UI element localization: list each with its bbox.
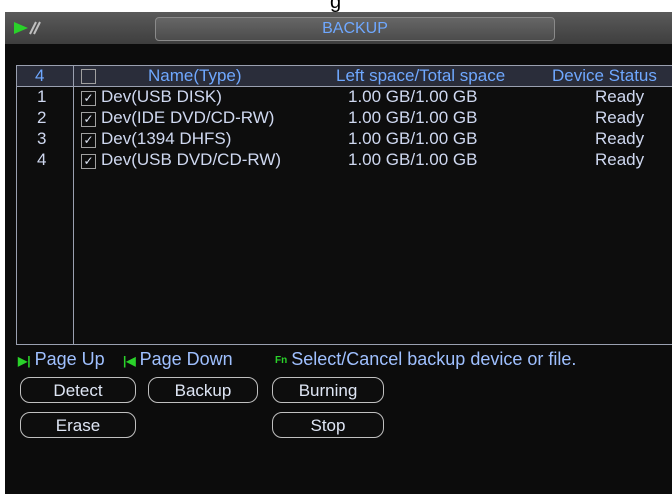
select-cancel-label: Select/Cancel backup device or file. <box>291 349 577 369</box>
page-up-icon: ▶| <box>18 354 31 368</box>
table-row[interactable]: 3 ✓ Dev(1394 DHFS) 1.00 GB/1.00 GB Ready <box>17 129 672 149</box>
device-name: Dev(IDE DVD/CD-RW) <box>101 108 275 127</box>
table-row[interactable]: 2 ✓ Dev(IDE DVD/CD-RW) 1.00 GB/1.00 GB R… <box>17 108 672 128</box>
page-down-icon: |◀ <box>123 354 136 368</box>
page-down-label: Page Down <box>139 349 233 369</box>
backup-button[interactable]: Backup <box>148 377 258 403</box>
device-name: Dev(USB DISK) <box>101 87 222 106</box>
select-all-checkbox[interactable] <box>81 69 96 84</box>
device-status: Ready <box>595 129 645 148</box>
row-checkbox[interactable]: ✓ <box>81 91 96 106</box>
window-title: BACKUP <box>155 17 555 41</box>
header-space: Left space/Total space <box>336 66 506 85</box>
select-cancel-hint: Fn Select/Cancel backup device or file. <box>275 348 576 372</box>
page-up-label: Page Up <box>34 349 105 369</box>
device-status: Ready <box>595 108 645 127</box>
row-index: 4 <box>37 150 47 169</box>
device-space: 1.00 GB/1.00 GB <box>348 129 478 148</box>
device-space: 1.00 GB/1.00 GB <box>348 108 478 127</box>
row-checkbox[interactable]: ✓ <box>81 154 96 169</box>
device-status: Ready <box>595 87 645 106</box>
header-name-type: Name(Type) <box>148 66 242 85</box>
row-index: 2 <box>37 108 47 127</box>
stop-button[interactable]: Stop <box>272 412 384 438</box>
backup-window: BACKUP 4 Name(Type) Left space/Total spa… <box>5 12 672 494</box>
device-space: 1.00 GB/1.00 GB <box>348 150 478 169</box>
table-row[interactable]: 4 ✓ Dev(USB DVD/CD-RW) 1.00 GB/1.00 GB R… <box>17 150 672 170</box>
app-logo-icon <box>12 18 42 38</box>
device-table: 4 Name(Type) Left space/Total space Devi… <box>16 65 672 345</box>
row-checkbox[interactable]: ✓ <box>81 133 96 148</box>
partial-heading-text: g <box>330 0 342 12</box>
table-row[interactable]: 1 ✓ Dev(USB DISK) 1.00 GB/1.00 GB Ready <box>17 87 672 107</box>
device-name: Dev(USB DVD/CD-RW) <box>101 150 282 169</box>
header-device-status: Device Status <box>552 66 657 85</box>
device-space: 1.00 GB/1.00 GB <box>348 87 478 106</box>
erase-button[interactable]: Erase <box>20 412 136 438</box>
page-up-hint: ▶| Page Up <box>18 348 105 372</box>
detect-button[interactable]: Detect <box>20 377 136 403</box>
page-down-hint: |◀ Page Down <box>123 348 233 372</box>
burning-button[interactable]: Burning <box>272 377 384 403</box>
title-bar: BACKUP <box>5 12 672 44</box>
device-count: 4 <box>35 66 45 85</box>
row-index: 3 <box>37 129 47 148</box>
device-status: Ready <box>595 150 645 169</box>
fn-key-icon: Fn <box>275 355 288 366</box>
row-checkbox[interactable]: ✓ <box>81 112 96 127</box>
row-index: 1 <box>37 87 47 106</box>
device-name: Dev(1394 DHFS) <box>101 129 232 148</box>
